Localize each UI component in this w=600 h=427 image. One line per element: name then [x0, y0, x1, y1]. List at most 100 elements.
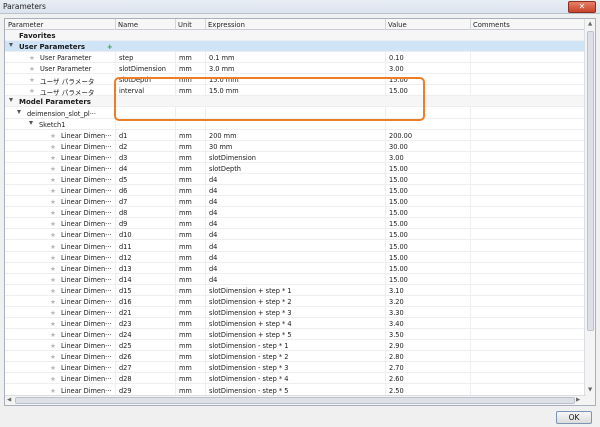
star-icon[interactable]: ★: [50, 287, 56, 296]
parameter-row[interactable]: ★ Linear Dimen··· d26 mm slotDimension - ste…: [5, 351, 585, 363]
parameter-row[interactable]: ★ Linear Dimen··· d21 mm slotDimension + ste…: [5, 307, 585, 318]
user-parameters-section[interactable]: User Parameters +: [5, 41, 585, 53]
parameter-row[interactable]: ★ Linear Dimen··· d29 mm slotDimension - ste…: [5, 385, 585, 396]
star-icon[interactable]: ★: [50, 375, 56, 384]
star-icon[interactable]: ★: [50, 132, 56, 141]
close-button[interactable]: ✕: [568, 1, 596, 13]
horizontal-scrollbar[interactable]: ◀ ▶: [5, 395, 586, 405]
sketch-name: Sketch1: [39, 120, 66, 129]
parameter-row[interactable]: ★ Linear Dimen··· d11 mm d4 15.00: [5, 241, 585, 252]
parameter-row[interactable]: ★ Linear Dimen··· d4 mm slotDepth 15.00: [5, 163, 585, 174]
column-header-comments[interactable]: Comments: [473, 21, 510, 29]
column-header-unit[interactable]: Unit: [178, 21, 192, 29]
star-icon[interactable]: ★: [50, 176, 56, 185]
parameter-expression: slotDimension + step * 5: [209, 331, 292, 340]
parameter-row[interactable]: ★ ユーザ パラメータ interval mm 15.0 mm 15.00: [5, 85, 585, 97]
parameter-name: d27: [119, 364, 132, 373]
parameter-row[interactable]: ★ User Parameter step mm 0.1 mm 0.10: [5, 52, 585, 64]
scroll-left-icon[interactable]: ◀: [7, 397, 11, 403]
column-header-expression[interactable]: Expression: [208, 21, 245, 29]
parameter-name: d16: [119, 297, 132, 306]
column-header-name[interactable]: Name: [118, 21, 138, 29]
scroll-right-icon[interactable]: ▶: [576, 397, 580, 403]
star-icon[interactable]: ★: [50, 364, 56, 373]
expand-triangle-icon[interactable]: [9, 98, 13, 103]
star-icon[interactable]: ★: [50, 154, 56, 163]
star-icon[interactable]: ★: [29, 76, 35, 85]
parameter-row[interactable]: ★ Linear Dimen··· d2 mm 30 mm 30.00: [5, 141, 585, 152]
component-row[interactable]: deimension_slot_pl···: [5, 108, 585, 119]
parameter-row[interactable]: ★ Linear Dimen··· d13 mm d4 15.00: [5, 263, 585, 274]
parameter-row[interactable]: ★ Linear Dimen··· d9 mm d4 15.00: [5, 218, 585, 230]
parameter-type: Linear Dimen···: [61, 153, 112, 162]
parameter-row[interactable]: ★ Linear Dimen··· d16 mm slotDimension + ste…: [5, 296, 585, 307]
sketch-row[interactable]: Sketch1: [5, 119, 585, 130]
parameter-type: Linear Dimen···: [61, 142, 112, 151]
column-header-parameter[interactable]: Parameter: [8, 21, 43, 29]
parameter-row[interactable]: ★ Linear Dimen··· d14 mm d4 15.00: [5, 274, 585, 285]
parameter-row[interactable]: ★ ユーザ パラメータ slotDepth mm 15.0 mm 15.00: [5, 74, 585, 86]
parameter-row[interactable]: ★ Linear Dimen··· d23 mm slotDimension + ste…: [5, 318, 585, 330]
parameter-row[interactable]: ★ Linear Dimen··· d6 mm d4 15.00: [5, 185, 585, 197]
star-icon[interactable]: ★: [29, 87, 35, 96]
parameter-value: 15.00: [389, 187, 408, 196]
star-icon[interactable]: ★: [50, 243, 56, 252]
component-name: deimension_slot_pl···: [27, 109, 96, 118]
star-icon[interactable]: ★: [50, 353, 56, 362]
star-icon[interactable]: ★: [29, 65, 35, 74]
vertical-scrollbar[interactable]: ▲ ▼: [584, 19, 595, 405]
vertical-scroll-thumb[interactable]: [587, 31, 594, 331]
star-icon[interactable]: ★: [50, 331, 56, 340]
model-parameters-section[interactable]: Model Parameters: [5, 96, 585, 108]
parameter-name: d28: [119, 375, 132, 384]
horizontal-scroll-thumb[interactable]: [15, 397, 575, 404]
parameter-type: Linear Dimen···: [61, 231, 112, 240]
star-icon[interactable]: ★: [50, 298, 56, 307]
star-icon[interactable]: ★: [50, 342, 56, 351]
star-icon[interactable]: ★: [29, 54, 35, 63]
plus-icon[interactable]: +: [107, 43, 113, 51]
star-icon[interactable]: ★: [50, 209, 56, 218]
star-icon[interactable]: ★: [50, 231, 56, 240]
parameter-row[interactable]: ★ Linear Dimen··· d7 mm d4 15.00: [5, 196, 585, 208]
parameter-row[interactable]: ★ Linear Dimen··· d12 mm d4 15.00: [5, 252, 585, 263]
parameter-row[interactable]: ★ User Parameter slotDimension mm 3.0 mm 3.00: [5, 63, 585, 75]
star-icon[interactable]: ★: [50, 276, 56, 285]
expand-triangle-icon[interactable]: [9, 43, 13, 48]
parameter-expression: d4: [209, 275, 218, 284]
parameter-value: 15.00: [389, 198, 408, 207]
star-icon[interactable]: ★: [50, 220, 56, 229]
parameter-row[interactable]: ★ Linear Dimen··· d3 mm slotDimension 3.00: [5, 152, 585, 163]
parameter-unit: mm: [179, 231, 192, 240]
parameter-row[interactable]: ★ Linear Dimen··· d27 mm slotDimension - ste…: [5, 362, 585, 374]
favorites-section[interactable]: Favorites: [5, 30, 585, 41]
parameter-row[interactable]: ★ Linear Dimen··· d24 mm slotDimension + ste…: [5, 329, 585, 341]
user-parameters-label: User Parameters: [19, 43, 86, 52]
expand-triangle-icon[interactable]: [29, 120, 33, 125]
parameter-type: User Parameter: [40, 54, 92, 63]
parameter-row[interactable]: ★ Linear Dimen··· d8 mm d4 15.00: [5, 207, 585, 219]
star-icon[interactable]: ★: [50, 198, 56, 207]
star-icon[interactable]: ★: [50, 165, 56, 174]
parameter-name: d14: [119, 275, 132, 284]
parameter-row[interactable]: ★ Linear Dimen··· d5 mm d4 15.00: [5, 174, 585, 186]
parameter-row[interactable]: ★ Linear Dimen··· d15 mm slotDimension + ste…: [5, 285, 585, 296]
parameter-row[interactable]: ★ Linear Dimen··· d25 mm slotDimension - ste…: [5, 340, 585, 352]
parameter-row[interactable]: ★ Linear Dimen··· d1 mm 200 mm 200.00: [5, 130, 585, 141]
star-icon[interactable]: ★: [50, 143, 56, 152]
star-icon[interactable]: ★: [50, 309, 56, 318]
star-icon[interactable]: ★: [50, 254, 56, 263]
expand-triangle-icon[interactable]: [17, 109, 21, 114]
scroll-down-icon[interactable]: ▼: [588, 387, 592, 393]
star-icon[interactable]: ★: [50, 265, 56, 274]
scroll-up-icon[interactable]: ▲: [588, 21, 592, 27]
parameter-row[interactable]: ★ Linear Dimen··· d10 mm d4 15.00: [5, 229, 585, 241]
ok-button[interactable]: OK: [556, 411, 592, 424]
parameter-row[interactable]: ★ Linear Dimen··· d28 mm slotDimension - ste…: [5, 373, 585, 385]
parameter-value: 2.60: [389, 375, 404, 384]
star-icon[interactable]: ★: [50, 187, 56, 196]
parameter-unit: mm: [179, 142, 192, 151]
column-header-value[interactable]: Value: [388, 21, 407, 29]
star-icon[interactable]: ★: [50, 320, 56, 329]
parameter-unit: mm: [179, 286, 192, 295]
